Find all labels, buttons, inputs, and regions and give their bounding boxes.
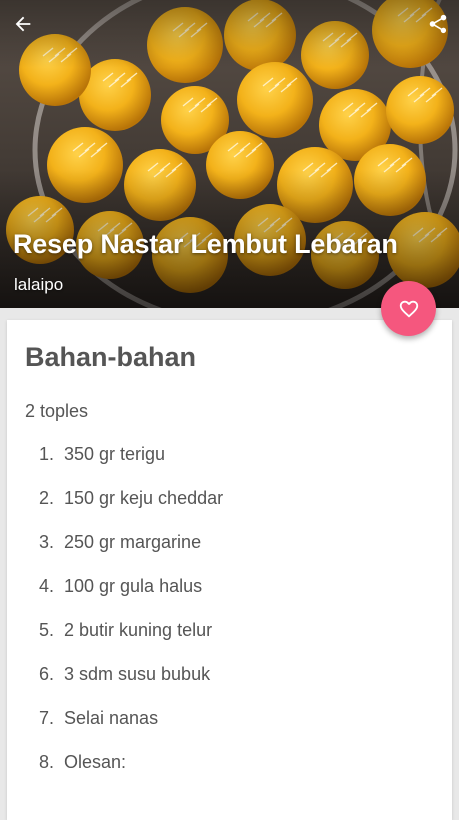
ingredient-item: 3. 250 gr margarine bbox=[7, 532, 447, 576]
heart-outline-icon bbox=[399, 300, 418, 318]
ingredient-number: 3. bbox=[38, 532, 54, 552]
ingredient-text: Selai nanas bbox=[64, 708, 159, 728]
ingredient-text: 3 sdm susu bubuk bbox=[64, 664, 211, 684]
ingredient-text: 150 gr keju cheddar bbox=[64, 488, 224, 508]
ingredient-text: 100 gr gula halus bbox=[64, 576, 203, 596]
arrow-left-icon bbox=[15, 16, 31, 32]
ingredient-item: 1. 350 gr terigu bbox=[7, 444, 447, 488]
recipe-yield: 2 toples bbox=[25, 401, 89, 421]
ingredient-item: 6. 3 sdm susu bubuk bbox=[7, 664, 447, 708]
ingredients-card: Bahan-bahan 2 toples 1. 350 gr terigu 2. 1… bbox=[7, 320, 452, 820]
ingredient-text: 350 gr terigu bbox=[64, 444, 166, 464]
ingredient-item: 5. 2 butir kuning telur bbox=[7, 620, 447, 664]
ingredient-number: 2. bbox=[38, 488, 54, 508]
recipe-author[interactable]: lalaipo bbox=[14, 275, 63, 295]
ingredient-list: 1. 350 gr terigu 2. 150 gr keju cheddar 3.… bbox=[7, 444, 447, 796]
favorite-button[interactable] bbox=[381, 281, 436, 336]
ingredients-heading: Bahan-bahan bbox=[25, 342, 197, 372]
ingredient-number: 7. bbox=[38, 708, 54, 728]
recipe-title: Resep Nastar Lembut Lebaran bbox=[13, 229, 398, 259]
ingredient-number: 6. bbox=[38, 664, 54, 684]
ingredient-text: Olesan: bbox=[64, 752, 127, 772]
ingredient-number: 1. bbox=[38, 444, 54, 464]
ingredient-item: 4. 100 gr gula halus bbox=[7, 576, 447, 620]
recipe-hero: Resep Nastar Lembut Lebaran lalaipo bbox=[0, 0, 459, 308]
share-icon bbox=[429, 14, 447, 34]
ingredient-item: 7. Selai nanas bbox=[7, 708, 447, 752]
ingredient-item: 8. Olesan: bbox=[7, 752, 447, 796]
ingredient-text: 250 gr margarine bbox=[64, 532, 202, 552]
share-button[interactable] bbox=[424, 10, 452, 38]
back-button[interactable] bbox=[9, 10, 37, 38]
ingredient-number: 4. bbox=[38, 576, 54, 596]
ingredient-number: 8. bbox=[38, 752, 54, 772]
ingredient-number: 5. bbox=[38, 620, 54, 640]
ingredient-item: 2. 150 gr keju cheddar bbox=[7, 488, 447, 532]
ingredient-text: 2 butir kuning telur bbox=[64, 620, 213, 640]
